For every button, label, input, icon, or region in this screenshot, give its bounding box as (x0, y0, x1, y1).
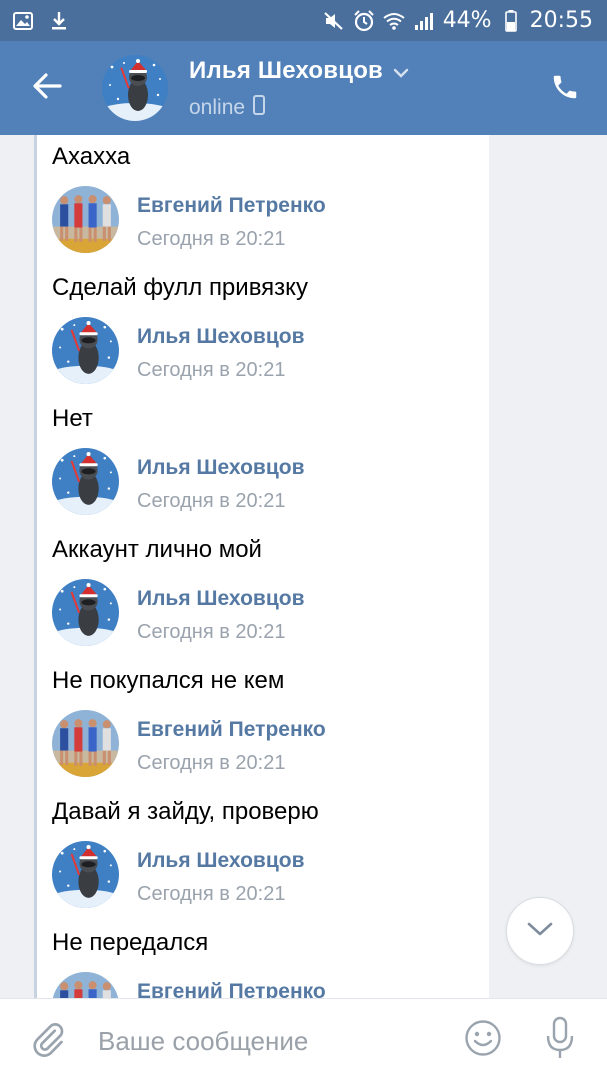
back-button[interactable] (22, 65, 72, 111)
back-arrow-icon (32, 72, 62, 104)
message-text: Не передался (52, 929, 209, 956)
battery-percent: 44% (442, 8, 492, 33)
author-avatar[interactable] (52, 186, 119, 253)
battery-icon (500, 9, 522, 32)
author-avatar[interactable] (52, 710, 119, 777)
chevron-down-icon (526, 921, 554, 942)
contact-name[interactable]: Илья Шеховцов (189, 57, 409, 85)
download-icon (48, 10, 70, 32)
message-time: Сегодня в 20:21 (137, 359, 286, 381)
message-time: Сегодня в 20:21 (137, 490, 286, 512)
clock: 20:55 (529, 8, 593, 33)
message-time: Сегодня в 20:21 (137, 228, 286, 250)
author-name[interactable]: Евгений Петренко (137, 194, 326, 218)
message-composer (0, 998, 607, 1081)
call-button[interactable] (545, 69, 585, 109)
message-text: Аккаунт лично мой (52, 536, 262, 563)
message-time: Сегодня в 20:21 (137, 883, 286, 905)
author-name[interactable]: Илья Шеховцов (137, 849, 304, 873)
attach-button[interactable] (26, 1019, 70, 1063)
message-input[interactable] (96, 1017, 440, 1065)
emoji-button[interactable] (462, 1019, 504, 1061)
contact-status-label: online (189, 96, 246, 119)
mute-icon (323, 10, 345, 32)
author-avatar[interactable] (52, 448, 119, 515)
voice-message-button[interactable] (540, 1015, 580, 1065)
chat-header: Илья Шеховцов online (0, 41, 607, 135)
message-text: Давай я зайду, проверю (52, 798, 319, 825)
message-text: Сделай фулл привязку (52, 274, 308, 301)
emoji-icon (464, 1019, 502, 1062)
author-avatar[interactable] (52, 579, 119, 646)
contact-avatar[interactable] (102, 55, 168, 121)
author-name[interactable]: Илья Шеховцов (137, 456, 304, 480)
alarm-icon (353, 9, 375, 32)
message-time: Сегодня в 20:21 (137, 621, 286, 643)
message-text: Не покупался не кем (52, 667, 285, 694)
signal-icon (413, 10, 435, 32)
message-text: Ахахха (52, 143, 131, 170)
scroll-down-button[interactable] (506, 897, 574, 965)
phone-device-icon (253, 95, 266, 121)
author-name[interactable]: Евгений Петренко (137, 980, 326, 998)
status-bar: 44% 20:55 (0, 0, 607, 41)
message-text: Нет (52, 405, 93, 432)
author-name[interactable]: Илья Шеховцов (137, 325, 304, 349)
wifi-icon (383, 10, 405, 32)
gallery-icon (12, 10, 34, 32)
message-list[interactable]: Ахахха Евгений Петренко Сегодня в 20:21 … (0, 135, 607, 998)
contact-status: online (189, 95, 266, 121)
author-name[interactable]: Илья Шеховцов (137, 587, 304, 611)
author-name[interactable]: Евгений Петренко (137, 718, 326, 742)
contact-name-label: Илья Шеховцов (189, 57, 384, 84)
paperclip-icon (30, 1020, 66, 1063)
microphone-icon (544, 1016, 576, 1065)
phone-call-icon (550, 72, 580, 107)
chevron-down-icon (393, 57, 409, 85)
message-time: Сегодня в 20:21 (137, 752, 286, 774)
author-avatar[interactable] (52, 841, 119, 908)
author-avatar[interactable] (52, 317, 119, 384)
